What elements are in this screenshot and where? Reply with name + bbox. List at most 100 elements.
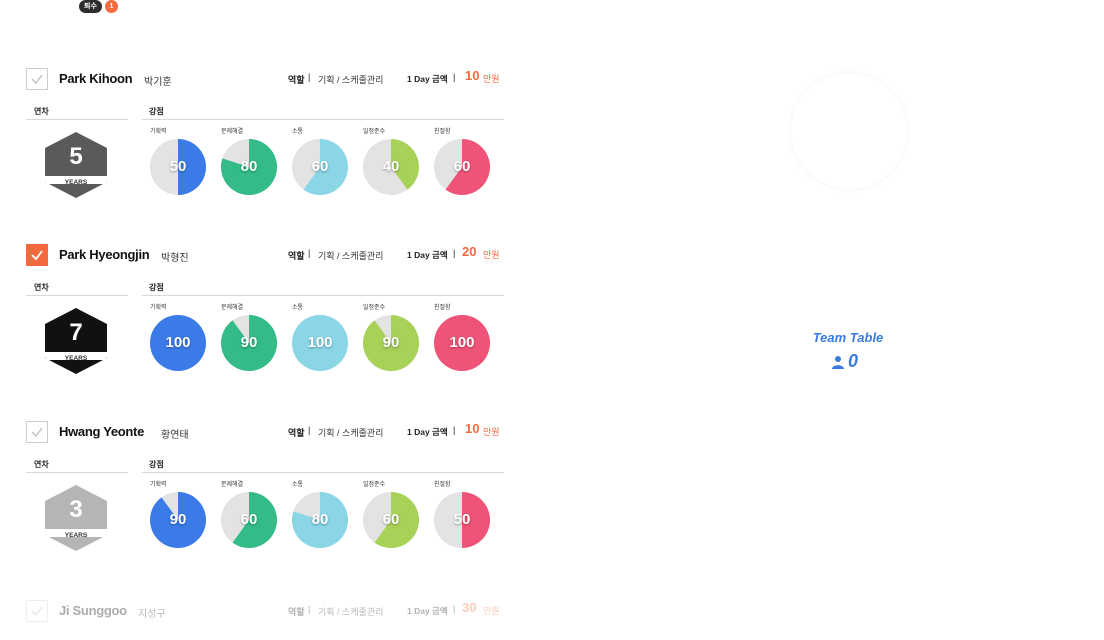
strength-stat-label: 친절함 [434, 482, 451, 488]
years-hexagon: 5 YEARS [41, 131, 111, 199]
strength-stat-value: 40 [382, 158, 400, 175]
divider [26, 472, 128, 473]
member-name-en: Hwang Yeonte [59, 424, 145, 439]
years-value: 5 [69, 143, 83, 170]
years-section-label: 연차 [34, 283, 49, 292]
strength-section-label: 강점 [149, 283, 164, 292]
member-name-kr: 지성구 [138, 609, 166, 620]
pay-label: 1 Day 금액 [407, 74, 448, 84]
role-label: 역할 [288, 428, 305, 438]
strength-stat-value: 100 [307, 334, 333, 351]
pay-value: 10 [465, 68, 480, 83]
member-select-checkbox[interactable] [26, 68, 48, 90]
role-separator: | [308, 604, 311, 614]
strength-stat-value: 60 [240, 511, 258, 528]
strength-stat-value: 100 [165, 334, 191, 351]
member-name-en: Park Hyeongjin [59, 247, 150, 262]
team-table-title: Team Table [812, 330, 884, 345]
member-card-park-hyeongjin: Park Hyeongjin 박형진 역할 | 기획 / 스케줄관리 1 Day… [26, 244, 504, 374]
pay-separator: | [453, 604, 456, 614]
pay-unit: 만원 [483, 250, 500, 260]
role-separator: | [308, 248, 311, 258]
pay-separator: | [453, 248, 456, 258]
strength-stat-value: 60 [453, 158, 471, 175]
years-section-label: 연차 [34, 107, 49, 116]
strength-stat-value: 50 [453, 511, 471, 528]
member-name-kr: 박형진 [161, 253, 189, 264]
divider [142, 119, 504, 120]
strength-stat-value: 80 [240, 158, 258, 175]
strength-stat-label: 소통 [292, 129, 304, 135]
team-count-value: 0 [848, 351, 859, 371]
strength-stat-value: 50 [169, 158, 187, 175]
role-value: 기획 / 스케줄관리 [318, 75, 384, 85]
strength-stat-label: 일정준수 [363, 305, 386, 311]
role-label: 역할 [288, 251, 305, 261]
pay-unit: 만원 [483, 74, 500, 84]
years-value: 3 [69, 496, 83, 523]
divider [142, 295, 504, 296]
pay-unit: 만원 [483, 427, 500, 437]
strength-stat-label: 기획력 [150, 129, 167, 135]
member-name-en: Park Kihoon [59, 71, 133, 86]
pay-separator: | [453, 72, 456, 82]
member-name-kr: 황연태 [161, 430, 189, 441]
years-word: YEARS [64, 179, 88, 186]
top-badge: 퇴수 1 [79, 0, 118, 13]
strength-stat-value: 60 [311, 158, 329, 175]
member-select-checkbox[interactable] [26, 421, 48, 443]
strength-stat-label: 기획력 [150, 305, 167, 311]
strength-stat-label: 일정준수 [363, 482, 386, 488]
years-hexagon: 7 YEARS [41, 307, 111, 375]
member-select-checkbox[interactable] [26, 244, 48, 266]
divider [26, 119, 128, 120]
pay-value: 30 [462, 600, 477, 615]
pay-value: 10 [465, 421, 480, 436]
strength-stat-label: 문제해결 [221, 305, 244, 311]
strength-stat-label: 문제해결 [221, 482, 244, 488]
strength-stat-label: 기획력 [150, 482, 167, 488]
team-drop-circle[interactable] [791, 73, 907, 189]
strength-stat-label: 일정준수 [363, 129, 386, 135]
member-select-checkbox[interactable] [26, 600, 48, 622]
role-value: 기획 / 스케줄관리 [318, 607, 384, 617]
top-badge-label: 퇴수 [79, 0, 102, 13]
person-icon [832, 355, 844, 369]
years-word: YEARS [64, 532, 88, 539]
pay-unit: 만원 [483, 606, 500, 616]
years-hexagon: 3 YEARS [41, 484, 111, 552]
role-separator: | [308, 72, 311, 82]
pay-label: 1 Day 금액 [407, 427, 448, 437]
checkmark-icon [31, 606, 43, 617]
member-name-kr: 박기훈 [144, 77, 172, 88]
pay-label: 1 Day 금액 [407, 606, 448, 616]
strength-stat-label: 소통 [292, 482, 304, 488]
strength-section-label: 강점 [149, 107, 164, 116]
divider [26, 295, 128, 296]
pay-value: 20 [462, 244, 477, 259]
strength-stat-label: 친절함 [434, 129, 451, 135]
role-value: 기획 / 스케줄관리 [318, 428, 384, 438]
member-card-ji-sunggoo: Ji Sunggoo 지성구 역할 | 기획 / 스케줄관리 1 Day 금액 … [26, 600, 504, 622]
pay-label: 1 Day 금액 [407, 250, 448, 260]
strength-stat-label: 친절함 [434, 305, 451, 311]
strength-stat-value: 90 [240, 334, 258, 351]
role-label: 역할 [288, 75, 305, 85]
strength-stat-value: 90 [169, 511, 187, 528]
checkmark-icon [31, 74, 43, 85]
team-count: 0 [831, 351, 858, 372]
strength-stat-label: 문제해결 [221, 129, 244, 135]
role-value: 기획 / 스케줄관리 [318, 251, 384, 261]
years-value: 7 [69, 319, 83, 346]
strength-stat-value: 100 [449, 334, 475, 351]
member-name-en: Ji Sunggoo [59, 603, 127, 618]
member-card-park-kihoon: Park Kihoon 박기훈 역할 | 기획 / 스케줄관리 1 Day 금액… [26, 68, 504, 198]
years-section-label: 연차 [34, 460, 49, 469]
checkmark-icon [31, 427, 43, 438]
strength-stat-label: 소통 [292, 305, 304, 311]
strength-stat-value: 80 [311, 511, 329, 528]
divider [142, 472, 504, 473]
pay-separator: | [453, 425, 456, 435]
role-label: 역할 [288, 607, 305, 617]
strength-stat-value: 60 [382, 511, 400, 528]
